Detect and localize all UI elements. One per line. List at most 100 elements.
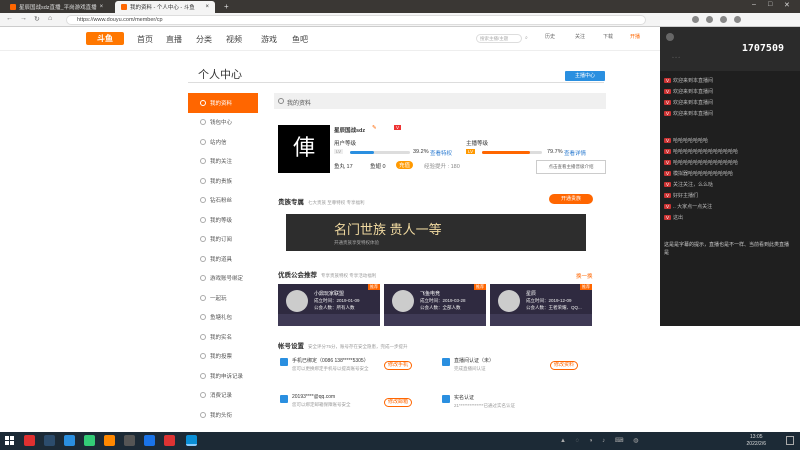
nav-home[interactable]: 首页 <box>137 34 153 45</box>
steam-icon[interactable] <box>44 435 55 446</box>
home-icon[interactable]: ⌂ <box>48 15 52 22</box>
sidebar-item-profile[interactable]: 我的资料 <box>188 93 258 113</box>
sidebar-item-play[interactable]: 一起玩 <box>188 288 258 308</box>
back-icon[interactable]: ← <box>6 15 13 22</box>
forward-icon[interactable]: → <box>20 15 27 22</box>
open-noble-button[interactable]: 开通贵族 <box>549 194 593 204</box>
refresh-link[interactable]: 换一换 <box>576 272 593 280</box>
divider <box>188 82 604 83</box>
guild-footer <box>490 314 592 326</box>
guild-name: 星辰 <box>526 291 537 297</box>
sidebar-item-wallet[interactable]: 钱包中心 <box>188 113 258 133</box>
noble-banner[interactable]: 名门世族 贵人一等 开通贵族享受特权体验 <box>286 214 586 251</box>
guild-tag: 推荐 <box>368 284 380 290</box>
profile-icon[interactable] <box>720 16 727 23</box>
guild-name: 小鼎玩家联盟 <box>314 291 345 297</box>
tray-icons[interactable]: ▲ ◌ ◑ ♪ ⌨ ◍ <box>560 437 642 444</box>
clock[interactable]: 13:05 2022/2/6 <box>747 434 766 447</box>
host-center-button[interactable]: 主播中心 <box>565 71 605 81</box>
sidebar-item-noble[interactable]: 我的贵族 <box>188 171 258 191</box>
extension-icon[interactable] <box>692 16 699 23</box>
chat-message: V 哈哈哈哈哈哈哈哈哈哈哈哈哈 <box>664 160 739 166</box>
sidebar-item-messages[interactable]: 站内信 <box>188 132 258 152</box>
app-icon[interactable] <box>164 435 175 446</box>
nav-fishbar[interactable]: 鱼吧 <box>292 34 308 45</box>
host-level-link[interactable]: 查看详情 <box>564 149 586 157</box>
windows-start-icon[interactable] <box>5 436 14 445</box>
guild-card[interactable]: 推荐 星辰 成立时间：2019-12-09 公会人数：王者荣耀、QQ... <box>490 284 592 326</box>
close-icon[interactable]: × <box>205 4 209 10</box>
email-setting: 20193****@qq.com 您可以绑定邮箱保障账号安全 <box>292 394 351 407</box>
download-icon[interactable]: 下载 <box>603 33 613 40</box>
guild-name: 飞鱼电竞 <box>420 291 441 297</box>
sidebar-item-subscribe[interactable]: 我的订阅 <box>188 230 258 250</box>
app-icon[interactable] <box>124 435 135 446</box>
app-icon[interactable] <box>24 435 35 446</box>
recharge-button[interactable]: 充值 <box>396 161 414 169</box>
sidebar-item-consume[interactable]: 消费记录 <box>188 386 258 406</box>
host-level-bar <box>482 151 542 154</box>
guild-avatar <box>392 290 414 312</box>
user-level-label: 用户等级 <box>334 141 357 147</box>
minimize-icon[interactable]: – <box>752 1 756 8</box>
douyu-logo[interactable]: 斗鱼 <box>86 32 124 45</box>
app-icon[interactable] <box>104 435 115 446</box>
browser-icon[interactable] <box>186 435 197 446</box>
banner-subtitle: 开通贵族享受特权体验 <box>334 240 379 245</box>
gamepad-icon <box>200 275 206 282</box>
browser-tab-active[interactable]: 我的资料 - 个人中心 - 斗鱼 × <box>115 1 215 13</box>
sidebar-item-diamond[interactable]: 钻石粉丝 <box>188 191 258 211</box>
room-verify-setting: 直播间认证（未） 完成直播间认证 <box>454 358 495 371</box>
history-icon[interactable]: 历史 <box>545 33 555 40</box>
change-phone-button[interactable]: 修改手机 <box>384 361 412 370</box>
settings-icon[interactable] <box>734 16 741 23</box>
sidebar-item-level[interactable]: 我的等级 <box>188 210 258 230</box>
close-window-icon[interactable]: ✕ <box>784 1 790 9</box>
url-field[interactable]: https://www.douyu.com/member/cp <box>66 15 646 25</box>
search-icon[interactable]: ⌕ <box>525 35 528 41</box>
notification-icon[interactable] <box>786 436 794 445</box>
edit-icon[interactable]: ✎ <box>372 125 377 131</box>
noble-section-title: 贵族专属 七大贵族 至尊特权 专享福利 <box>278 199 365 206</box>
edit-profile-button[interactable]: 修改资料 <box>550 361 578 370</box>
guild-card[interactable]: 推荐 飞鱼电竞 成立时间：2019-03-28 公会人数：全部人数 <box>384 284 486 326</box>
new-tab-icon[interactable]: + <box>224 2 229 11</box>
guild-tag: 推荐 <box>474 284 486 290</box>
section-header: 我的资料 <box>274 93 606 109</box>
close-icon[interactable]: × <box>100 4 104 10</box>
follow-icon[interactable]: 关注 <box>575 33 585 40</box>
search-input[interactable]: 搜索主播/主题 <box>476 34 522 43</box>
sidebar-item-appeal[interactable]: 我的申诉记录 <box>188 366 258 386</box>
guild-tag: 推荐 <box>580 284 592 290</box>
reload-icon[interactable]: ↻ <box>34 15 40 23</box>
user-icon <box>278 98 284 104</box>
sidebar-item-follow[interactable]: 我的关注 <box>188 152 258 172</box>
sidebar-item-vote[interactable]: 我的投票 <box>188 347 258 367</box>
app-icon[interactable] <box>64 435 75 446</box>
user-level-link[interactable]: 查看特权 <box>430 149 452 157</box>
sidebar-item-giftpack[interactable]: 鱼塘礼包 <box>188 308 258 328</box>
live-chat-panel: ◦ ◦ ◦ 1707509 V 欢迎来到本直播间 V 欢迎来到本直播间 V 欢迎来到本… <box>660 27 800 326</box>
maximize-icon[interactable]: □ <box>768 1 772 8</box>
page-title: 个人中心 <box>198 69 242 81</box>
guild-info: 公会人数：全部人数 <box>420 305 461 310</box>
extension-icon[interactable] <box>706 16 713 23</box>
guild-card[interactable]: 推荐 小鼎玩家联盟 成立时间：2019-01-09 公会人数：所有人数 <box>278 284 380 326</box>
nav-category[interactable]: 分类 <box>196 34 212 45</box>
sidebar-item-title[interactable]: 我的头衔 <box>188 405 258 425</box>
app-icon[interactable] <box>84 435 95 446</box>
browser-tab[interactable]: 星辰国战sdz直播_平岗游戏直播 × <box>4 1 104 13</box>
change-email-button[interactable]: 修改邮箱 <box>384 398 412 407</box>
phone-icon <box>280 358 288 366</box>
nav-game[interactable]: 游戏 <box>261 34 277 45</box>
chat-message: V 好好主播们 <box>664 193 699 199</box>
exp-label: 经验提升 : 180 <box>424 164 460 170</box>
sidebar-item-props[interactable]: 我的道具 <box>188 249 258 269</box>
nav-live[interactable]: 直播 <box>166 34 182 45</box>
broadcast-icon[interactable]: 开播 <box>630 33 640 40</box>
sidebar-item-game-bind[interactable]: 游戏账号绑定 <box>188 269 258 289</box>
avatar[interactable]: 俥 <box>278 125 330 173</box>
app-icon[interactable] <box>144 435 155 446</box>
nav-video[interactable]: 视频 <box>226 34 242 45</box>
sidebar-item-realname[interactable]: 我的实名 <box>188 327 258 347</box>
